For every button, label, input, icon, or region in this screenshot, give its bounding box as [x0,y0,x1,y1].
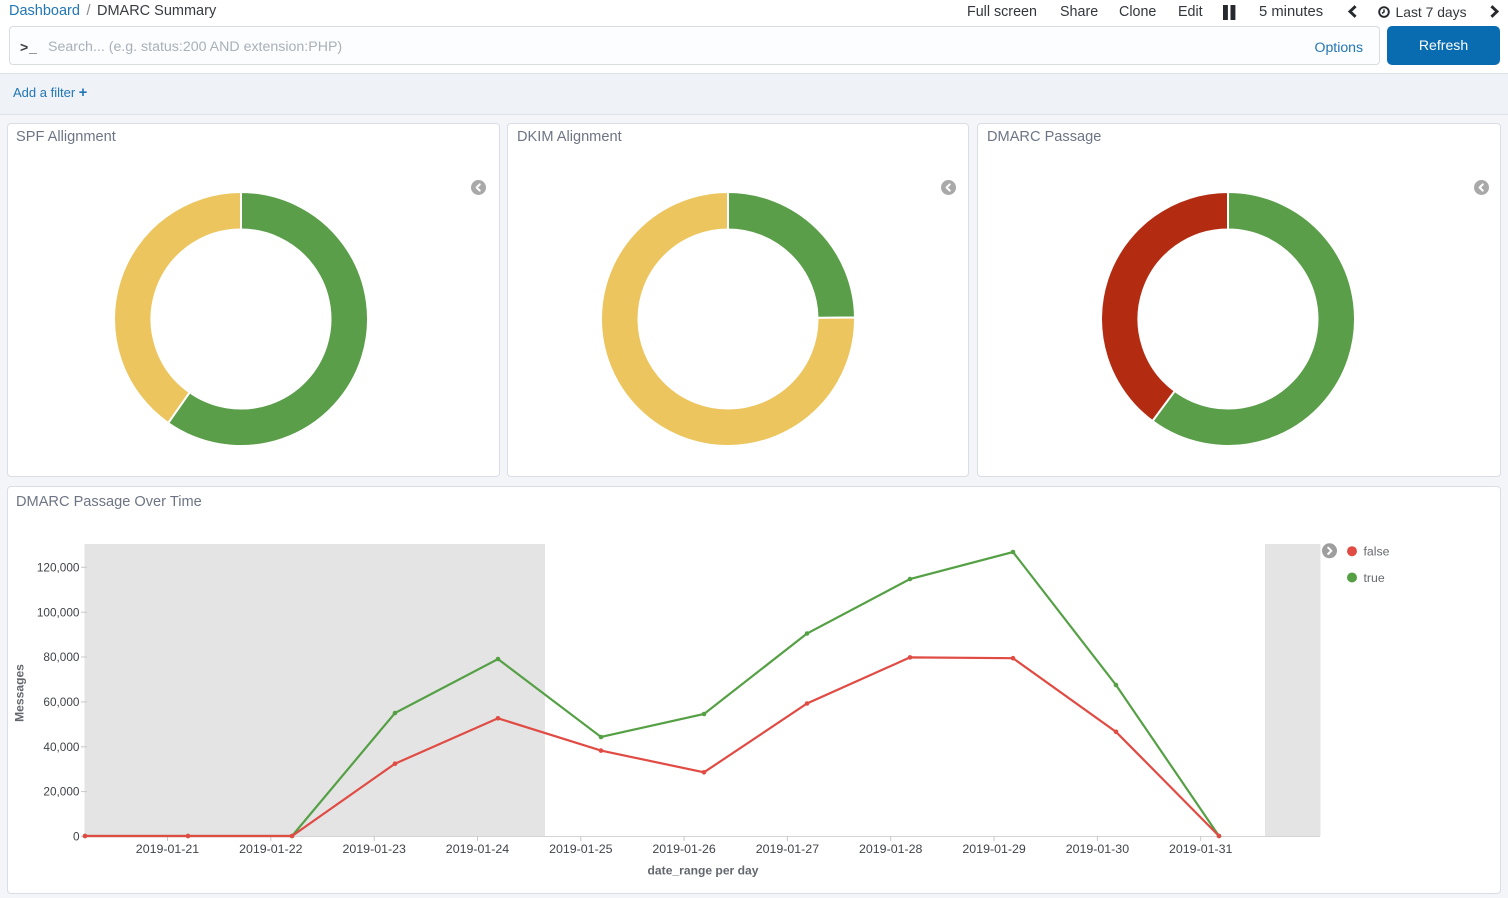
svg-text:100,000: 100,000 [37,605,80,619]
svg-text:Messages: Messages [13,664,27,722]
svg-text:0: 0 [73,830,80,844]
svg-text:date_range per day: date_range per day [648,864,759,878]
svg-text:2019-01-27: 2019-01-27 [756,842,819,856]
svg-text:true: true [1364,571,1385,585]
svg-text:2019-01-26: 2019-01-26 [652,842,715,856]
svg-text:2019-01-29: 2019-01-29 [962,842,1025,856]
svg-text:20,000: 20,000 [43,785,80,799]
svg-text:2019-01-30: 2019-01-30 [1066,842,1129,856]
svg-text:2019-01-28: 2019-01-28 [859,842,922,856]
svg-text:60,000: 60,000 [43,695,80,709]
svg-text:2019-01-31: 2019-01-31 [1169,842,1232,856]
svg-text:false: false [1364,545,1390,559]
svg-text:2019-01-21: 2019-01-21 [136,842,199,856]
svg-text:2019-01-25: 2019-01-25 [549,842,612,856]
svg-text:2019-01-22: 2019-01-22 [239,842,302,856]
svg-text:80,000: 80,000 [43,650,80,664]
svg-text:40,000: 40,000 [43,740,80,754]
svg-text:2019-01-23: 2019-01-23 [343,842,406,856]
svg-text:2019-01-24: 2019-01-24 [446,842,509,856]
svg-text:120,000: 120,000 [37,560,80,574]
